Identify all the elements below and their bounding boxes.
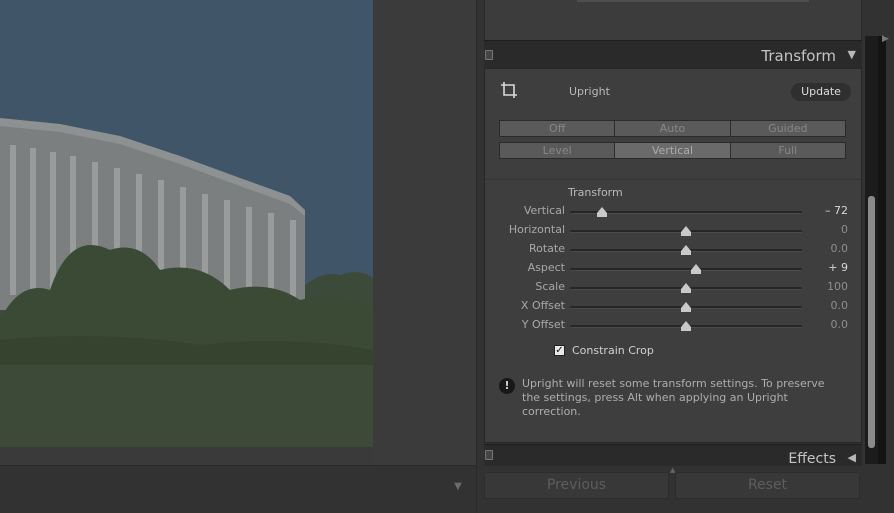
- triangle-down-icon[interactable]: ▼: [450, 481, 466, 492]
- upright-label: Upright: [569, 85, 610, 98]
- slider-label: Aspect: [527, 261, 565, 274]
- transform-panel: Upright Update Off Auto Guided Level Ver…: [484, 68, 862, 443]
- slider-row: Aspect + 9: [485, 259, 861, 278]
- constrain-crop-checkbox[interactable]: ✓: [554, 345, 565, 356]
- slider-thumb[interactable]: [597, 207, 608, 217]
- crop-icon[interactable]: [500, 81, 520, 101]
- exclamation-icon: !: [499, 378, 515, 394]
- upright-mode-row-2: Level Vertical Full: [499, 142, 846, 159]
- triangle-right-icon[interactable]: ▶: [882, 34, 889, 44]
- section-divider: [485, 179, 861, 180]
- slider-row: X Offset 0.0: [485, 297, 861, 316]
- previous-button[interactable]: Previous: [484, 472, 669, 499]
- panel-toggle-switch[interactable]: [485, 450, 493, 460]
- slider-row: Rotate 0.0: [485, 240, 861, 259]
- panel-toggle-switch[interactable]: [485, 50, 493, 60]
- slider-label: Horizontal: [508, 223, 565, 236]
- slider-track[interactable]: [577, 0, 809, 2]
- slider-thumb[interactable]: [691, 264, 702, 274]
- triangle-left-icon[interactable]: ◀: [848, 451, 856, 464]
- slider-row: Scale 100: [485, 278, 861, 297]
- upright-level-button[interactable]: Level: [500, 143, 616, 158]
- slider-label: Rotate: [528, 242, 565, 255]
- preview-background: [373, 0, 476, 465]
- slider-value[interactable]: 0.0: [831, 299, 849, 312]
- photo-preview: [0, 0, 373, 447]
- slider-row: Vertical – 72: [485, 202, 861, 221]
- panel-title: Transform: [761, 47, 836, 65]
- slider-thumb[interactable]: [681, 226, 691, 236]
- upright-full-button[interactable]: Full: [730, 143, 845, 158]
- upright-auto-button[interactable]: Auto: [615, 121, 731, 136]
- transform-subsection-label: Transform: [568, 186, 623, 199]
- slider-thumb[interactable]: [681, 321, 691, 331]
- slider-value[interactable]: – 72: [825, 204, 848, 217]
- upright-off-button[interactable]: Off: [500, 121, 616, 136]
- scrollbar-thumb[interactable]: [868, 196, 875, 448]
- effects-panel-header[interactable]: Effects ◀: [484, 444, 862, 467]
- update-button[interactable]: Update: [791, 83, 851, 101]
- slider-label: Y Offset: [521, 318, 565, 331]
- slider-row: Horizontal 0: [485, 221, 861, 240]
- constrain-crop-label: Constrain Crop: [572, 344, 654, 357]
- slider-thumb[interactable]: [681, 283, 691, 293]
- slider-thumb[interactable]: [681, 245, 691, 255]
- panel-edge: [878, 36, 886, 464]
- slider-label: X Offset: [520, 299, 565, 312]
- toolbar-strip: [0, 465, 476, 513]
- slider-track[interactable]: [570, 268, 802, 271]
- bottom-buttons: Previous Reset: [484, 472, 862, 500]
- slider-value[interactable]: + 9: [828, 261, 848, 274]
- panel-end-marker: ▲: [670, 466, 676, 474]
- slider-thumb[interactable]: [681, 302, 691, 312]
- slider-value[interactable]: 0: [841, 223, 848, 236]
- triangle-down-icon[interactable]: ▼: [848, 48, 856, 61]
- develop-right-panel: Transform ▼ Upright Update Off Auto Guid…: [476, 0, 894, 513]
- slider-value[interactable]: 100: [827, 280, 848, 293]
- upright-vertical-button[interactable]: Vertical: [615, 143, 731, 158]
- building-photo: [0, 0, 373, 447]
- slider-value[interactable]: 0.0: [831, 318, 849, 331]
- upright-mode-row-1: Off Auto Guided: [499, 120, 846, 137]
- slider-value[interactable]: 0.0: [831, 242, 849, 255]
- slider-label: Scale: [535, 280, 565, 293]
- slider-label: Vertical: [523, 204, 565, 217]
- transform-panel-header[interactable]: Transform ▼: [484, 40, 862, 68]
- upright-guided-button[interactable]: Guided: [730, 121, 845, 136]
- app-window: ▼ Transform ▼ Upright Update Off Auto Gu…: [0, 0, 894, 513]
- previous-panel-remnant: [484, 0, 862, 40]
- upright-info-text: Upright will reset some transform settin…: [522, 377, 825, 418]
- reset-button[interactable]: Reset: [675, 472, 860, 499]
- panel-title: Effects: [788, 451, 836, 467]
- slider-row: Y Offset 0.0: [485, 316, 861, 335]
- image-preview-area: [0, 0, 476, 465]
